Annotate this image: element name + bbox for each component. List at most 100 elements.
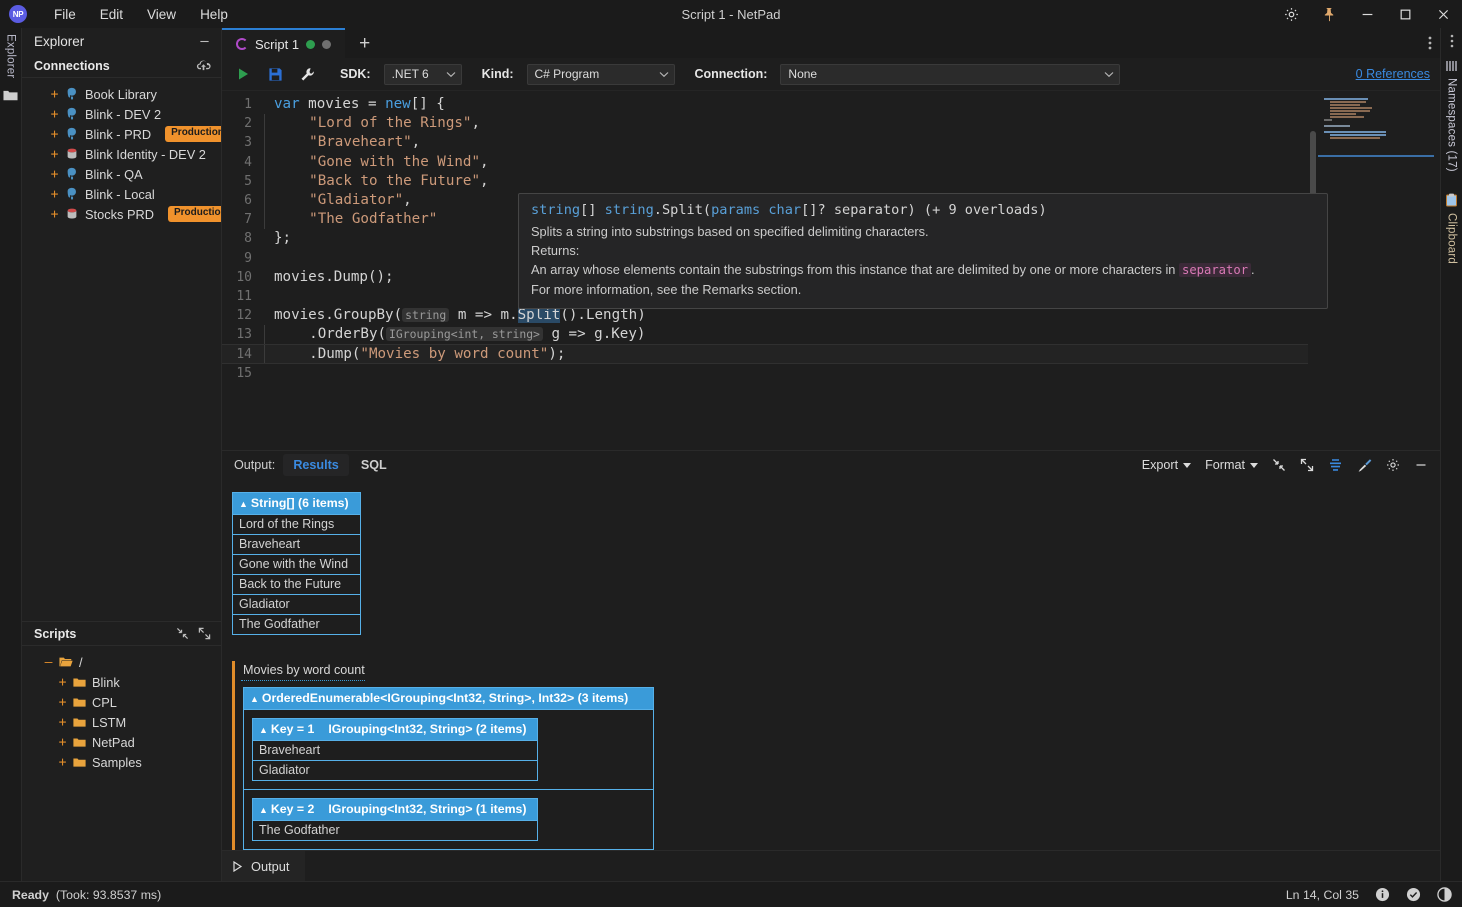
menu-view[interactable]: View xyxy=(136,4,187,25)
close-icon[interactable] xyxy=(1424,0,1462,28)
expand-icon[interactable]: + xyxy=(58,755,67,770)
expand-icon[interactable]: + xyxy=(58,695,67,710)
rail-label-namespaces[interactable]: Namespaces (17) xyxy=(1446,78,1458,172)
more-vertical-icon[interactable] xyxy=(1450,34,1454,48)
check-circle-icon[interactable] xyxy=(1406,887,1421,902)
more-vertical-icon[interactable] xyxy=(1428,35,1432,51)
expand-icon[interactable]: + xyxy=(58,715,67,730)
expand-icon[interactable]: + xyxy=(50,207,59,222)
code-line[interactable]: 15 xyxy=(222,364,1308,383)
table-row[interactable]: ▲ Key = 1 IGrouping<Int32, String> (2 item… xyxy=(243,708,654,790)
expand-icon[interactable]: + xyxy=(58,735,67,750)
script-folder-item[interactable]: + Blink xyxy=(22,672,221,692)
expand-icon[interactable]: + xyxy=(50,147,59,162)
export-button[interactable]: Export xyxy=(1142,458,1192,472)
code-line[interactable]: 1 var movies = new[] { xyxy=(222,95,1308,114)
theme-contrast-icon[interactable] xyxy=(1437,887,1452,902)
collapse-icon[interactable] xyxy=(1272,458,1286,472)
table-row[interactable]: ▲ Key = 2 IGrouping<Int32, String> (1 item… xyxy=(243,788,654,850)
connection-item[interactable]: + Blink Identity - DEV 2 xyxy=(22,144,221,164)
code-line[interactable]: 5 "Back to the Future", xyxy=(222,171,1308,191)
connection-item[interactable]: + Blink - Local xyxy=(22,184,221,204)
table-row[interactable]: ▲ Key = 1 IGrouping<Int32, String> (2 item… xyxy=(252,718,538,740)
connection-item[interactable]: + Stocks PRD Production xyxy=(22,204,221,224)
results-table-string-array[interactable]: ▲ String[] (6 items) Lord of the Rings Bra… xyxy=(232,491,361,635)
connection-item[interactable]: + Blink - QA xyxy=(22,164,221,184)
maximize-icon[interactable] xyxy=(1386,0,1424,28)
table-row[interactable]: The Godfather xyxy=(232,613,361,635)
tab-sql[interactable]: SQL xyxy=(351,454,397,476)
pin-icon[interactable] xyxy=(1310,0,1348,28)
broom-icon[interactable] xyxy=(1357,458,1372,473)
minimize-icon[interactable] xyxy=(198,36,211,47)
code-line[interactable]: 3 "Braveheart", xyxy=(222,133,1308,153)
rail-label-clipboard[interactable]: Clipboard xyxy=(1446,213,1458,264)
gear-icon[interactable] xyxy=(1386,458,1400,472)
code-line[interactable]: 14💡 .Dump("Movies by word count"); xyxy=(222,344,1308,364)
table-row[interactable]: The Godfather xyxy=(252,819,538,841)
tab-script-1[interactable]: Script 1 xyxy=(222,28,346,58)
table-row[interactable]: ▲ Key = 2 IGrouping<Int32, String> (1 item… xyxy=(252,798,538,820)
expand-all-icon[interactable] xyxy=(198,627,211,640)
minimize-icon[interactable] xyxy=(1348,0,1386,28)
output-footer-tab[interactable]: Output xyxy=(222,851,306,881)
expand-icon[interactable]: + xyxy=(50,87,59,102)
table-row[interactable]: Back to the Future xyxy=(232,573,361,595)
table-row[interactable]: Gladiator xyxy=(232,593,361,615)
code-line[interactable]: 2 "Lord of the Rings", xyxy=(222,114,1308,134)
cloud-upload-icon[interactable] xyxy=(196,59,211,72)
table-row[interactable]: Gladiator xyxy=(252,759,538,781)
script-folder-item[interactable]: + Samples xyxy=(22,752,221,772)
expand-icon[interactable]: + xyxy=(50,187,59,202)
code-line[interactable]: 4 "Gone with the Wind", xyxy=(222,152,1308,172)
tab-overflow-menu[interactable] xyxy=(1428,28,1440,58)
expand-icon[interactable]: + xyxy=(58,675,67,690)
expand-icon[interactable] xyxy=(1300,458,1314,472)
results-panel[interactable]: ▲ String[] (6 items) Lord of the Rings Bra… xyxy=(222,479,1440,850)
clipboard-icon[interactable] xyxy=(1445,193,1458,207)
table-header[interactable]: ▲ OrderedEnumerable<IGrouping<Int32, Stri… xyxy=(243,687,654,709)
expand-icon[interactable]: + xyxy=(50,127,59,142)
script-folder-item[interactable]: + NetPad xyxy=(22,732,221,752)
kind-select[interactable]: C# Program xyxy=(526,63,675,85)
folder-icon[interactable] xyxy=(3,89,18,102)
connection-item[interactable]: + Blink - PRD Production xyxy=(22,124,221,144)
editor-minimap[interactable] xyxy=(1318,91,1440,450)
wrench-icon[interactable] xyxy=(294,62,320,86)
save-icon[interactable] xyxy=(262,62,288,86)
menu-edit[interactable]: Edit xyxy=(89,4,134,25)
nested-group-table[interactable]: ▲ Key = 2 IGrouping<Int32, String> (1 item… xyxy=(252,797,538,841)
collapse-icon[interactable]: – xyxy=(44,655,53,670)
code-line[interactable]: 13 .OrderBy(IGrouping<int, string> g => … xyxy=(222,325,1308,345)
group-header[interactable]: ▲ Key = 2 IGrouping<Int32, String> (1 item… xyxy=(252,798,538,820)
new-tab-button[interactable]: + xyxy=(345,30,384,58)
expand-icon[interactable]: + xyxy=(50,167,59,182)
menu-file[interactable]: File xyxy=(43,4,87,25)
minimap-viewport[interactable] xyxy=(1318,155,1434,157)
settings-icon[interactable] xyxy=(1272,0,1310,28)
minimize-icon[interactable] xyxy=(1414,459,1428,471)
run-icon[interactable] xyxy=(230,62,256,86)
table-row[interactable]: Lord of the Rings xyxy=(232,513,361,535)
scripts-root[interactable]: – / xyxy=(22,652,221,672)
collapse-all-icon[interactable] xyxy=(176,627,189,640)
menu-help[interactable]: Help xyxy=(189,4,239,25)
results-table-grouping[interactable]: ▲ OrderedEnumerable<IGrouping<Int32, Stri… xyxy=(243,686,654,850)
script-folder-item[interactable]: + CPL xyxy=(22,692,221,712)
list-align-icon[interactable] xyxy=(1328,458,1343,472)
table-row[interactable]: Braveheart xyxy=(232,533,361,555)
references-link[interactable]: 0 References xyxy=(1356,67,1430,81)
sdk-select[interactable]: .NET 6 xyxy=(383,63,462,85)
script-folder-item[interactable]: + LSTM xyxy=(22,712,221,732)
info-icon[interactable] xyxy=(1375,887,1390,902)
connection-select[interactable]: None xyxy=(780,63,1121,85)
nested-group-table[interactable]: ▲ Key = 1 IGrouping<Int32, String> (2 item… xyxy=(252,717,538,781)
tab-results[interactable]: Results xyxy=(283,454,349,476)
connection-item[interactable]: + Blink - DEV 2 xyxy=(22,104,221,124)
expand-icon[interactable]: + xyxy=(50,107,59,122)
table-header[interactable]: ▲ String[] (6 items) xyxy=(232,492,361,514)
format-button[interactable]: Format xyxy=(1205,458,1258,472)
rail-label-explorer[interactable]: Explorer xyxy=(5,34,17,78)
table-row[interactable]: Gone with the Wind xyxy=(232,553,361,575)
table-row[interactable]: Braveheart xyxy=(252,739,538,761)
